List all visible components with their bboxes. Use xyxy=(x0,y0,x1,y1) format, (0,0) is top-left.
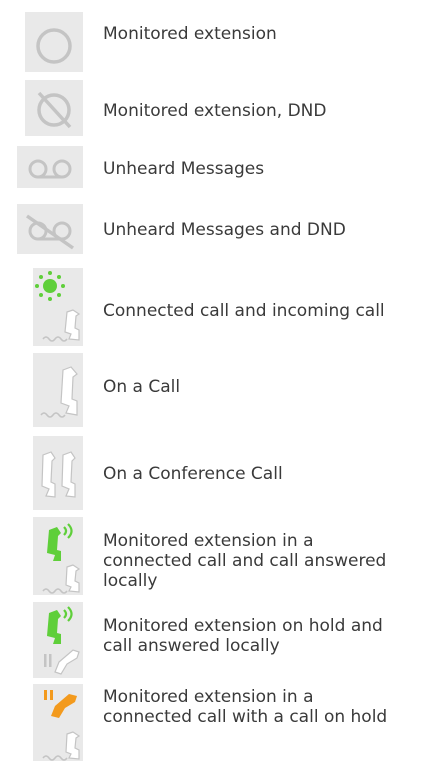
legend-label: On a Conference Call xyxy=(103,464,283,484)
legend-row-conference-call: On a Conference Call xyxy=(0,436,437,510)
legend-label-line: Monitored extension on hold and xyxy=(103,616,383,636)
call-on-hold-icon xyxy=(33,684,83,761)
legend-row-monitored-extension: Monitored extension xyxy=(0,0,437,72)
circle-icon xyxy=(25,12,83,72)
legend-row-on-a-call: On a Call xyxy=(0,353,437,427)
legend-label-line: Monitored extension in a xyxy=(103,687,314,707)
legend-label: On a Call xyxy=(103,377,181,397)
legend-row-call-on-hold: Monitored extension in a connected call … xyxy=(0,684,437,761)
legend-label-line: connected call and call answered xyxy=(103,551,387,571)
legend-label: Unheard Messages xyxy=(103,159,265,179)
legend-label: Monitored extension in a connected call … xyxy=(103,531,386,591)
legend-label-line: call answered locally xyxy=(103,636,280,656)
conference-handset-icon xyxy=(33,436,83,510)
handset-icon xyxy=(33,353,83,427)
circle-slashed-icon xyxy=(25,80,83,136)
legend-label: Connected call and incoming call xyxy=(103,301,385,321)
legend-label: Monitored extension on hold and call ans… xyxy=(103,616,383,656)
legend-label-line: Monitored extension in a xyxy=(103,531,314,551)
legend-label: Monitored extension xyxy=(103,24,277,44)
legend-label: Monitored extension, DND xyxy=(103,101,327,121)
legend-row-unheard-messages: Unheard Messages xyxy=(0,146,437,188)
voicemail-slashed-icon xyxy=(17,204,83,254)
legend-label-line: connected call with a call on hold xyxy=(103,707,388,727)
legend-row-answered-locally: Monitored extension in a connected call … xyxy=(0,517,437,595)
legend-row-hold-answered-locally: Monitored extension on hold and call ans… xyxy=(0,602,437,678)
hold-answered-locally-icon xyxy=(33,602,83,678)
legend-label-line: locally xyxy=(103,571,158,591)
legend-row-connected-incoming: Connected call and incoming call xyxy=(0,268,437,346)
legend-label: Unheard Messages and DND xyxy=(103,220,346,240)
answered-locally-icon xyxy=(33,517,83,595)
ringing-handset-icon xyxy=(33,268,83,346)
voicemail-icon xyxy=(17,146,83,188)
legend-label: Monitored extension in a connected call … xyxy=(103,687,387,727)
legend-row-unheard-messages-dnd: Unheard Messages and DND xyxy=(0,204,437,254)
legend-row-monitored-dnd: Monitored extension, DND xyxy=(0,80,437,136)
